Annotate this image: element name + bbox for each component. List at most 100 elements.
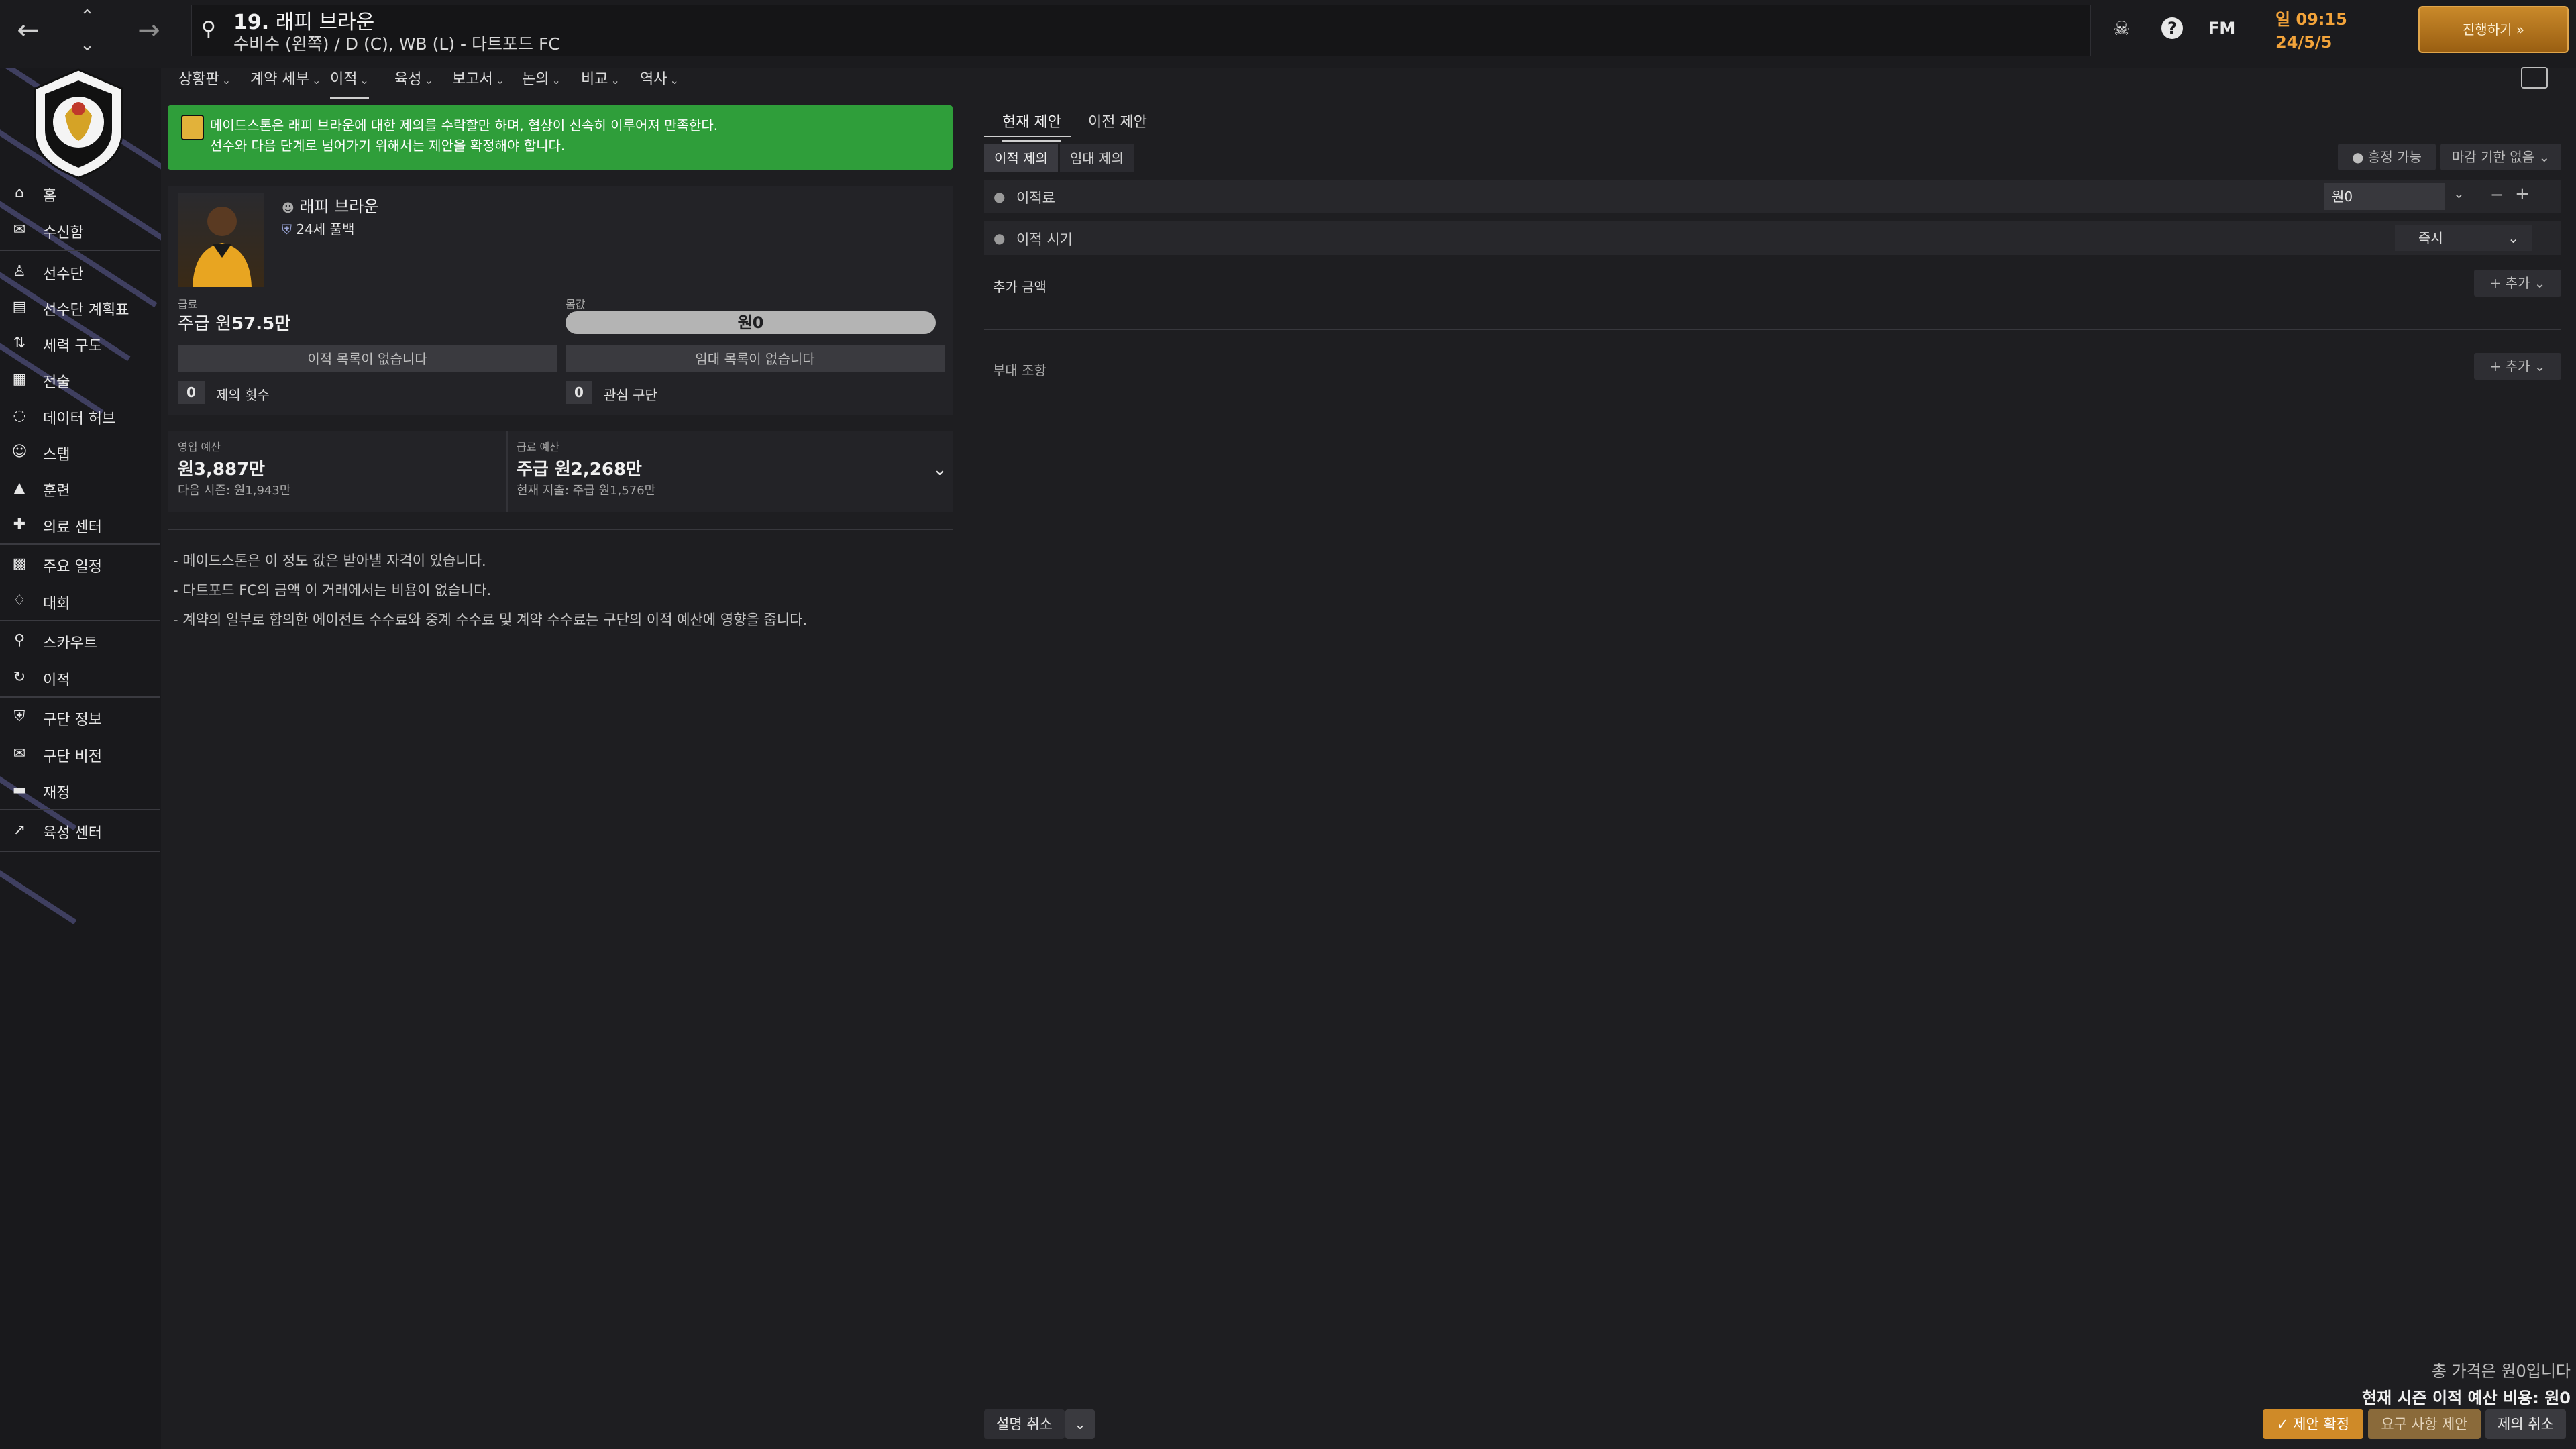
- transfer-offer-toggle[interactable]: 이적 제의: [984, 144, 1058, 172]
- offers-label: 제의 횟수: [216, 387, 270, 403]
- dynamics-icon: ⇅: [13, 335, 26, 352]
- sidebar-item-inbox[interactable]: ✉ 수신함: [0, 213, 161, 246]
- offer-tab-underline: [984, 136, 1071, 137]
- sidebar-item-tactics[interactable]: ▦ 전술: [0, 362, 161, 396]
- chevron-down-icon[interactable]: ⌄: [1065, 1409, 1095, 1439]
- sidebar-item-squad-planner[interactable]: ▤ 선수단 계획표: [0, 290, 161, 323]
- deadline-dropdown[interactable]: 마감 기한 없음 ⌄: [2440, 144, 2561, 170]
- chevron-down-icon[interactable]: ⌄: [932, 460, 947, 480]
- sidebar-item-staff[interactable]: ☺ 스탭: [0, 435, 161, 468]
- transfer-timing-label: 이적 시기: [1016, 231, 1073, 248]
- chevron-down-icon: ⌄: [360, 74, 369, 87]
- transfer-fee-input[interactable]: 원0: [2324, 183, 2445, 210]
- transfer-timing-dropdown[interactable]: 즉시 ⌄: [2395, 225, 2532, 251]
- interest-count: 0: [566, 381, 592, 404]
- add-extra-fee-button[interactable]: + 추가 ⌄: [2474, 270, 2561, 297]
- fm-menu-button[interactable]: FM: [2208, 19, 2235, 38]
- transfer-budget-next: 다음 시즌: 원1,943만: [178, 484, 291, 498]
- sidebar-item-training[interactable]: ▲ 훈련: [0, 471, 161, 504]
- transfer-icon: ↻: [13, 669, 26, 686]
- sidebar-item-club-vision[interactable]: ✉ 구단 비전: [0, 737, 161, 770]
- wage-label: 급료: [178, 298, 198, 311]
- data-hub-icon: ◌: [13, 407, 26, 424]
- banner-line-1: 메이드스톤은 래피 브라운에 대한 제의를 수락할만 하며, 협상이 신속히 이…: [210, 117, 718, 133]
- clipboard-icon: ▤: [12, 299, 27, 315]
- sidebar-item-transfers[interactable]: ↻ 이적: [0, 660, 161, 694]
- transfer-budget-label: 영입 예산: [178, 441, 221, 453]
- section-divider: [168, 529, 953, 530]
- fee-decrease-button[interactable]: −: [2490, 185, 2504, 204]
- sidebar-divider: [0, 250, 160, 251]
- fee-dropdown-icon[interactable]: ⌄: [2453, 185, 2465, 201]
- sidebar-item-scouting[interactable]: ⚲ 스카우트: [0, 623, 161, 657]
- tab-contract[interactable]: 계약 세부 ⌄: [250, 67, 321, 89]
- skull-icon[interactable]: ☠: [2113, 17, 2130, 40]
- note-item: - 메이드스톤은 이 정도 값은 받아낼 자격이 있습니다.: [173, 553, 486, 569]
- player-name[interactable]: ☻ 래피 브라운: [282, 193, 378, 217]
- tab-discuss[interactable]: 논의 ⌄: [522, 67, 561, 89]
- player-panel: ☻ 래피 브라운 ⛨ 24세 풀백 급료 주급 원57.5만 몸값 원0 이적 …: [168, 186, 953, 415]
- tab-compare[interactable]: 비교 ⌄: [581, 67, 620, 89]
- scout-icon: ⚲: [13, 632, 25, 649]
- confirm-offer-button[interactable]: ✓ 제안 확정: [2263, 1409, 2363, 1439]
- training-icon: ▲: [13, 480, 25, 496]
- fee-increase-button[interactable]: +: [2515, 184, 2530, 204]
- top-bar: ← ⌃ ⌄ → ⚲ 19. 래피 브라운 수비수 (왼쪽) / D (C), W…: [0, 0, 2576, 68]
- loan-offer-toggle[interactable]: 임대 제의: [1060, 144, 1134, 172]
- transfer-timing-row: ● 이적 시기 즉시 ⌄: [984, 221, 2561, 255]
- continue-button[interactable]: 진행하기 »: [2418, 6, 2569, 53]
- back-icon[interactable]: ←: [8, 0, 48, 60]
- cancel-explanation-button[interactable]: 설명 취소: [984, 1409, 1065, 1439]
- search-bar[interactable]: ⚲ 19. 래피 브라운 수비수 (왼쪽) / D (C), WB (L) - …: [191, 5, 2091, 56]
- wage-budget-value: 주급 원2,268만: [517, 460, 642, 480]
- inbox-icon: ✉: [13, 221, 26, 238]
- lock-icon: ●: [2352, 149, 2364, 165]
- transfer-list-status: 이적 목록이 없습니다: [178, 345, 557, 372]
- add-clause-button[interactable]: + 추가 ⌄: [2474, 353, 2561, 380]
- wage-value: 주급 원57.5만: [178, 314, 291, 334]
- sidebar-item-club-info[interactable]: ⛨ 구단 정보: [0, 700, 161, 733]
- player-photo[interactable]: [178, 193, 264, 287]
- sidebar-item-competitions[interactable]: ♢ 대회: [0, 584, 161, 617]
- history-down-icon[interactable]: ⌄: [67, 15, 107, 55]
- finance-icon: ▬: [12, 782, 27, 798]
- sidebar-item-data-hub[interactable]: ◌ 데이터 허브: [0, 398, 161, 432]
- staff-icon: ☺: [11, 443, 28, 460]
- budget-panel[interactable]: 영입 예산 원3,887만 다음 시즌: 원1,943만 급료 예산 주급 원2…: [168, 431, 953, 512]
- home-icon: ⌂: [15, 184, 24, 201]
- tab-transfer[interactable]: 이적 ⌄: [330, 67, 369, 99]
- tab-reports[interactable]: 보고서 ⌄: [452, 67, 504, 89]
- sidebar-item-squad[interactable]: ♙ 선수단: [0, 254, 161, 288]
- transfer-fee-row: ● 이적료 원0 ⌄ − +: [984, 180, 2561, 213]
- sidebar-divider: [0, 809, 160, 810]
- sidebar-item-schedule[interactable]: ▩ 주요 일정: [0, 547, 161, 580]
- help-icon[interactable]: ?: [2161, 17, 2183, 39]
- tab-history[interactable]: 역사 ⌄: [640, 67, 679, 89]
- shield-icon: ⛨: [282, 221, 292, 237]
- sidebar-item-development[interactable]: ↗ 육성 센터: [0, 813, 161, 847]
- forward-icon[interactable]: →: [129, 0, 169, 60]
- note-item: - 계약의 일부로 합의한 에이전트 수수료와 중계 수수료 및 계약 수수료는…: [173, 612, 808, 628]
- season-budget-cost: 현재 시즌 이적 예산 비용: 원0: [2362, 1389, 2571, 1407]
- sidebar-divider: [0, 620, 160, 621]
- sidebar-item-medical[interactable]: ✚ 의료 센터: [0, 507, 161, 541]
- medical-icon: ✚: [13, 516, 26, 533]
- transfer-fee-label: 이적료: [1016, 190, 1055, 206]
- tab-development[interactable]: 육성 ⌄: [394, 67, 433, 89]
- chevron-down-icon: ⌄: [495, 74, 505, 87]
- total-price-text: 총 가격은 원0입니다: [2431, 1362, 2571, 1381]
- sidebar-item-home[interactable]: ⌂ 홈: [0, 176, 161, 209]
- layout-toggle-icon[interactable]: [2521, 67, 2548, 89]
- cancel-offer-button[interactable]: 제의 취소: [2485, 1409, 2566, 1439]
- negotiable-toggle[interactable]: ● 흥정 가능: [2338, 144, 2436, 170]
- tab-current-offer[interactable]: 현재 제안: [1002, 110, 1061, 142]
- club-crest[interactable]: [28, 68, 129, 179]
- vision-icon: ✉: [13, 745, 26, 762]
- person-icon: ☻: [282, 201, 294, 215]
- tab-overview[interactable]: 상황판 ⌄: [178, 67, 231, 89]
- propose-demands-button[interactable]: 요구 사항 제안: [2368, 1409, 2481, 1439]
- sidebar-item-finances[interactable]: ▬ 재정: [0, 773, 161, 806]
- sidebar-item-dynamics[interactable]: ⇅ 세력 구도: [0, 326, 161, 360]
- tab-previous-offer[interactable]: 이전 제안: [1088, 110, 1147, 131]
- note-item: - 다트포드 FC의 금액 이 거래에서는 비용이 없습니다.: [173, 582, 492, 598]
